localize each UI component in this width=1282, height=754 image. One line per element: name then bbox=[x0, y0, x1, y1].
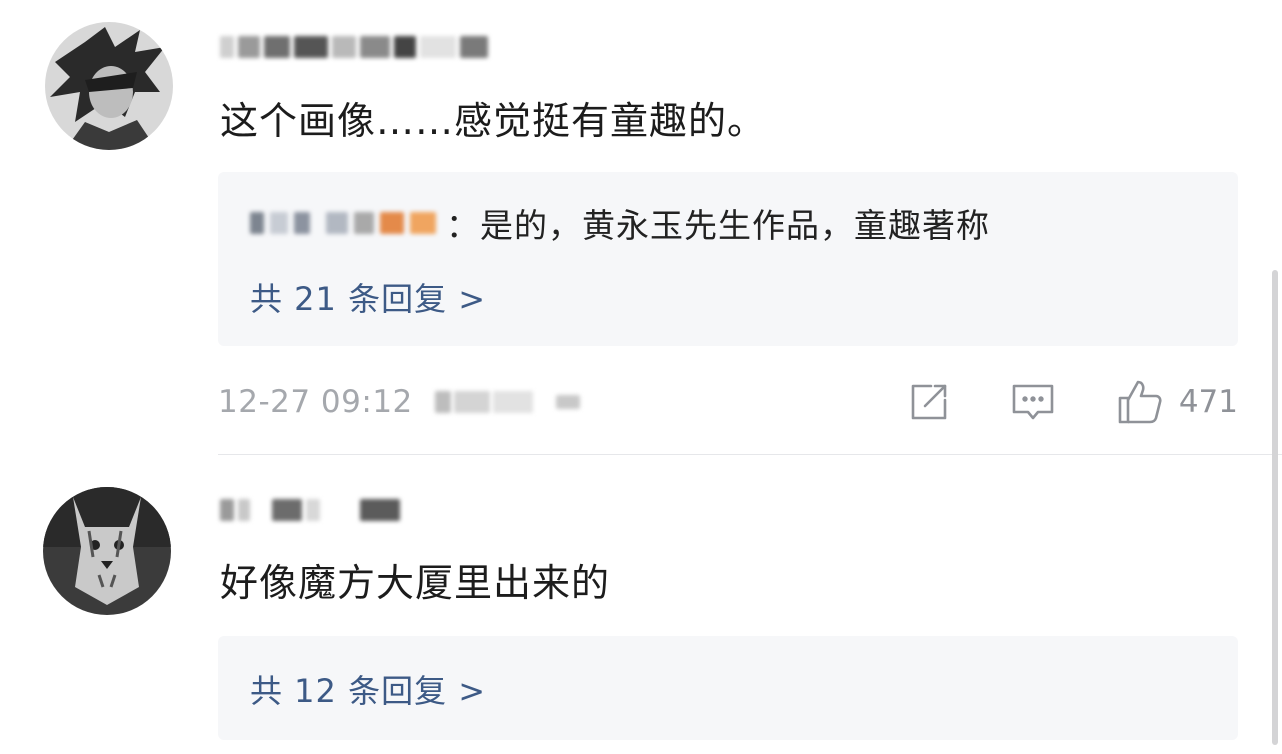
reply-box[interactable]: 共 12 条回复 > bbox=[218, 636, 1238, 740]
avatar[interactable] bbox=[43, 487, 171, 615]
like-count: 471 bbox=[1178, 384, 1238, 420]
view-replies-link[interactable]: 共 21 条回复 > bbox=[250, 274, 486, 320]
share-icon[interactable] bbox=[905, 378, 953, 426]
comment-actions: 471 bbox=[905, 377, 1238, 427]
username-obscured[interactable] bbox=[220, 30, 488, 64]
comment-divider bbox=[218, 454, 1282, 455]
timestamp: 12-27 09:12 bbox=[218, 384, 413, 420]
comment-meta: 12-27 09:12 471 bbox=[218, 377, 1238, 427]
view-replies-link[interactable]: 共 12 条回复 > bbox=[250, 666, 486, 712]
location-obscured bbox=[434, 387, 580, 417]
comment-icon[interactable] bbox=[1009, 378, 1057, 426]
thumbs-up-icon[interactable] bbox=[1115, 377, 1165, 427]
reply-box[interactable]: ：是的，黄永玉先生作品，童趣著称 共 21 条回复 > bbox=[218, 172, 1238, 346]
reply-preview[interactable]: ：是的，黄永玉先生作品，童趣著称 bbox=[250, 200, 990, 246]
username-obscured[interactable] bbox=[220, 493, 400, 527]
scrollbar[interactable] bbox=[1272, 270, 1278, 745]
avatar[interactable] bbox=[45, 22, 173, 150]
comment-text: 好像魔方大厦里出来的 bbox=[220, 561, 611, 605]
comment-feed: 这个画像……感觉挺有童趣的。 ：是的，黄永玉先生作品，童趣著称 共 21 条回复… bbox=[0, 0, 1282, 754]
reply-username-obscured[interactable] bbox=[250, 212, 436, 234]
reply-text: ：是的，黄永玉先生作品，童趣著称 bbox=[446, 206, 990, 245]
comment-text: 这个画像……感觉挺有童趣的。 bbox=[220, 99, 767, 143]
